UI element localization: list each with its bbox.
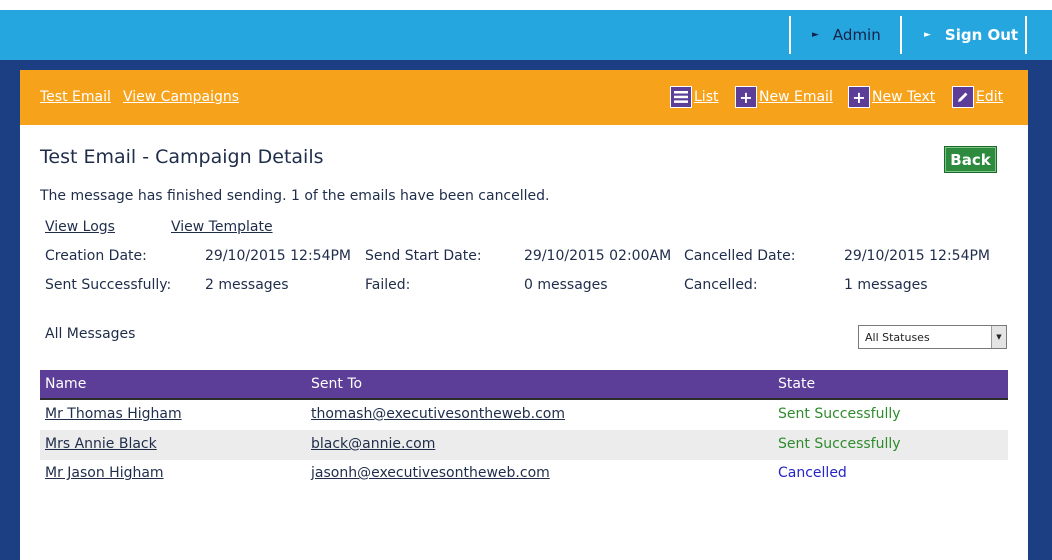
cancelled-label: Cancelled: bbox=[684, 277, 758, 293]
admin-label: Admin bbox=[832, 26, 881, 44]
failed-label: Failed: bbox=[365, 277, 411, 293]
sub-navigation-bar: Test Email View Campaigns List + New Ema… bbox=[20, 70, 1028, 125]
recipient-name-link[interactable]: Mr Jason Higham bbox=[45, 465, 164, 481]
test-email-link[interactable]: Test Email bbox=[40, 89, 111, 105]
message-state: Sent Successfully bbox=[778, 436, 901, 452]
recipient-email-link[interactable]: jasonh@executivesontheweb.com bbox=[311, 465, 550, 481]
creation-date-label: Creation Date: bbox=[45, 248, 147, 264]
cancelled-date-value: 29/10/2015 12:54PM bbox=[844, 248, 991, 264]
edit-action[interactable]: Edit bbox=[952, 86, 1003, 108]
table-row: Mr Thomas Higham thomash@executivesonthe… bbox=[40, 400, 1008, 430]
status-filter-value: All Statuses bbox=[865, 330, 930, 344]
message-state: Cancelled bbox=[778, 465, 847, 481]
creation-date-value: 29/10/2015 12:54PM bbox=[205, 248, 352, 264]
list-label: List bbox=[694, 89, 719, 105]
cancelled-date-label: Cancelled Date: bbox=[684, 248, 796, 264]
sent-successfully-value: 2 messages bbox=[205, 277, 289, 293]
recipient-name-link[interactable]: Mr Thomas Higham bbox=[45, 406, 182, 422]
list-icon bbox=[670, 86, 692, 108]
sent-successfully-label: Sent Successfully: bbox=[45, 277, 172, 293]
table-row: Mr Jason Higham jasonh@executivesonthewe… bbox=[40, 459, 1008, 489]
top-strip bbox=[0, 0, 1052, 10]
new-email-action[interactable]: + New Email bbox=[735, 86, 833, 108]
header-divider bbox=[1025, 16, 1027, 54]
view-logs-link[interactable]: View Logs bbox=[45, 219, 115, 235]
table-row: Mrs Annie Black black@annie.com Sent Suc… bbox=[40, 430, 1008, 460]
view-template-link[interactable]: View Template bbox=[171, 219, 273, 235]
cancelled-value: 1 messages bbox=[844, 277, 928, 293]
column-header-state[interactable]: State bbox=[778, 376, 815, 392]
sign-out-button[interactable]: ► Sign Out bbox=[924, 10, 1018, 60]
plus-icon: + bbox=[735, 86, 757, 108]
top-header-bar: ► Admin ► Sign Out bbox=[0, 10, 1052, 60]
message-state: Sent Successfully bbox=[778, 406, 901, 422]
admin-menu[interactable]: ► Admin bbox=[812, 10, 881, 60]
status-filter-select[interactable]: All Statuses ▼ bbox=[858, 325, 1007, 349]
plus-icon: + bbox=[848, 86, 870, 108]
sign-out-label: Sign Out bbox=[944, 26, 1019, 44]
all-messages-heading: All Messages bbox=[45, 326, 136, 342]
new-email-label: New Email bbox=[759, 89, 833, 105]
triangle-right-icon: ► bbox=[812, 30, 819, 40]
back-button[interactable]: Back bbox=[944, 146, 997, 173]
edit-label: Edit bbox=[976, 89, 1004, 105]
send-start-date-label: Send Start Date: bbox=[365, 248, 482, 264]
recipient-name-link[interactable]: Mrs Annie Black bbox=[45, 436, 157, 452]
page-title: Test Email - Campaign Details bbox=[40, 146, 324, 168]
pencil-icon bbox=[952, 86, 974, 108]
status-message: The message has finished sending. 1 of t… bbox=[40, 188, 550, 204]
header-divider bbox=[789, 16, 791, 54]
messages-table-header: Name Sent To State bbox=[40, 370, 1008, 400]
list-action[interactable]: List bbox=[670, 86, 718, 108]
new-text-action[interactable]: + New Text bbox=[848, 86, 935, 108]
new-text-label: New Text bbox=[872, 89, 936, 105]
view-campaigns-link[interactable]: View Campaigns bbox=[123, 89, 239, 105]
send-start-date-value: 29/10/2015 02:00AM bbox=[524, 248, 672, 264]
column-header-name[interactable]: Name bbox=[45, 376, 86, 392]
column-header-sent-to[interactable]: Sent To bbox=[311, 376, 362, 392]
failed-value: 0 messages bbox=[524, 277, 608, 293]
recipient-email-link[interactable]: black@annie.com bbox=[311, 436, 435, 452]
recipient-email-link[interactable]: thomash@executivesontheweb.com bbox=[311, 406, 565, 422]
header-divider bbox=[900, 16, 902, 54]
chevron-down-icon[interactable]: ▼ bbox=[991, 326, 1006, 348]
triangle-right-icon: ► bbox=[924, 30, 931, 40]
